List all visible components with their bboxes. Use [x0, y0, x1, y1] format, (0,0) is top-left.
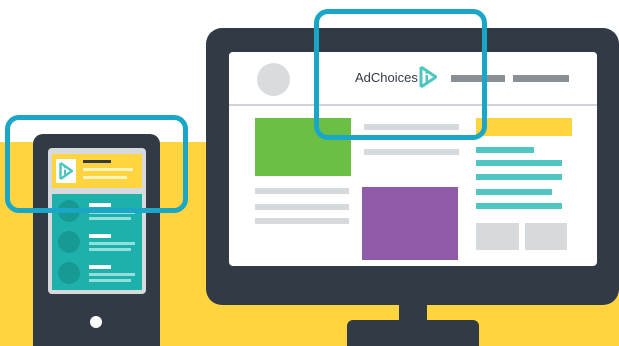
phone-adchoices-highlight: [5, 115, 188, 213]
monitor-stand-base: [347, 320, 479, 346]
text-line-placeholder: [255, 188, 349, 194]
link-line-placeholder: [476, 174, 562, 180]
list-item-avatar: [58, 231, 80, 253]
list-item-text-line: [89, 273, 135, 276]
text-line-placeholder: [255, 218, 349, 224]
list-item-text-line: [89, 279, 131, 282]
list-item-text-line: [89, 242, 135, 245]
text-line-placeholder: [255, 204, 349, 210]
highlight-bar-placeholder: [476, 118, 572, 136]
link-line-placeholder: [476, 147, 534, 153]
nav-link-placeholder: [513, 75, 569, 82]
list-item-title-line: [89, 234, 111, 238]
monitor-adchoices-highlight: [314, 9, 487, 140]
site-logo-placeholder: [257, 63, 290, 96]
list-item-title-line: [89, 265, 111, 269]
image-placeholder-purple: [362, 187, 458, 260]
list-item-text-line: [89, 217, 131, 220]
list-item-avatar: [58, 262, 80, 284]
link-line-placeholder: [476, 189, 552, 195]
thumbnail-placeholder: [476, 223, 519, 250]
text-line-placeholder: [364, 149, 459, 155]
link-line-placeholder: [476, 203, 562, 209]
list-item-text-line: [89, 248, 131, 251]
thumbnail-placeholder: [525, 223, 567, 250]
link-line-placeholder: [476, 160, 562, 166]
phone-home-button[interactable]: [90, 316, 102, 328]
